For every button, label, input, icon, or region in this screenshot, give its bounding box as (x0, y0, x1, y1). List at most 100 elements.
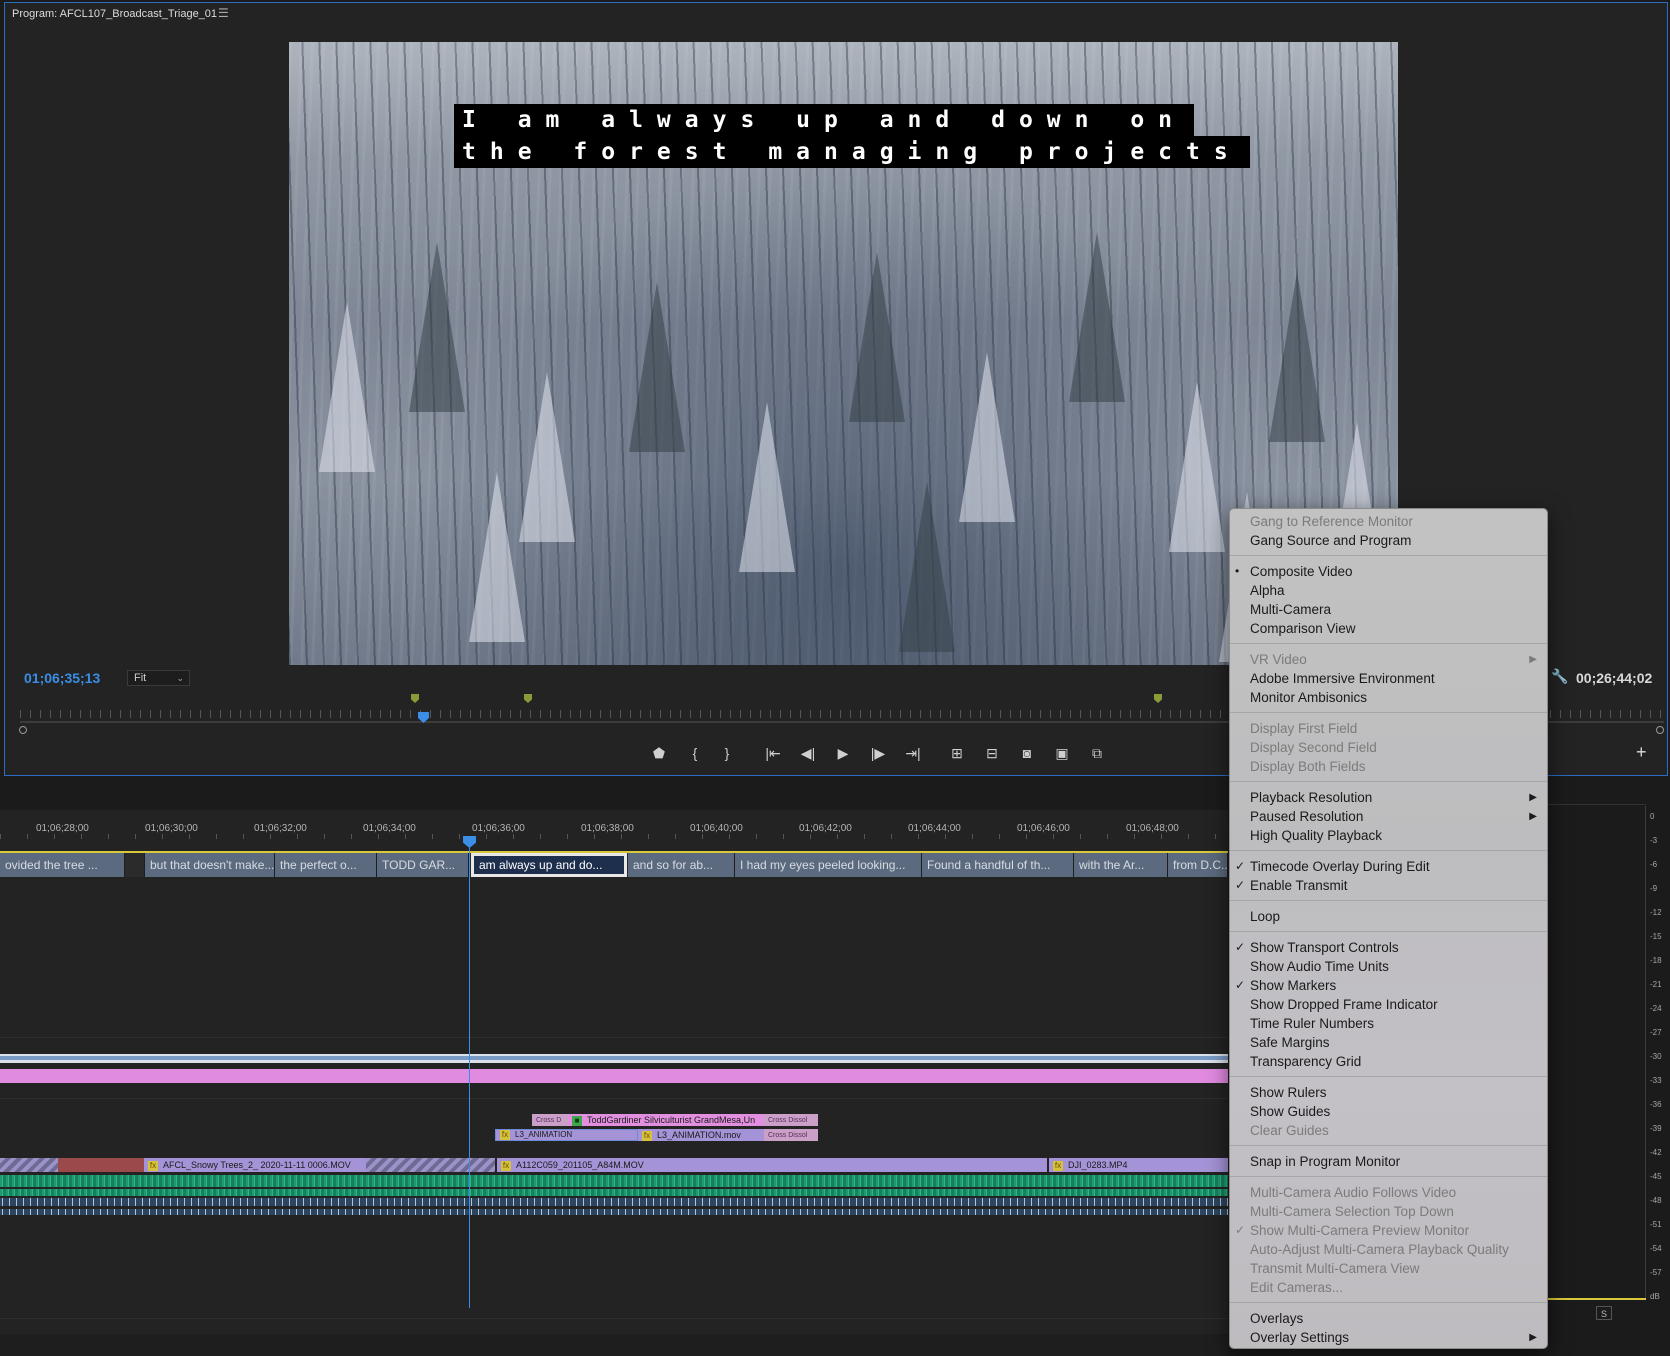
mark-out-button[interactable]: } (716, 742, 738, 764)
timeline-ruler[interactable]: 01;06;28;00 01;06;30;00 01;06;32;00 01;0… (0, 810, 1228, 840)
menu-separator (1230, 900, 1547, 901)
menu-item-show-audio-time-units[interactable]: Show Audio Time Units (1230, 957, 1547, 976)
caption-clip[interactable]: the perfect o... (275, 853, 377, 877)
menu-item-label: Loop (1250, 909, 1281, 924)
video-clip[interactable]: fx A112C059_201105_A84M.MOV (497, 1158, 1047, 1172)
menu-item-adobe-immersive-environment[interactable]: Adobe Immersive Environment (1230, 669, 1547, 688)
menu-item-label: Show Audio Time Units (1250, 959, 1389, 974)
comparison-view-button[interactable]: ▣ (1051, 742, 1073, 764)
video-clip[interactable]: fx AFCL_Snowy Trees_2_ 2020-11-11 0006.MO… (144, 1158, 366, 1172)
menu-item-label: Multi-Camera (1250, 602, 1332, 617)
menu-item-playback-resolution[interactable]: Playback Resolution ▶ (1230, 788, 1547, 807)
menu-item-show-rulers[interactable]: Show Rulers (1230, 1083, 1547, 1102)
ruler-time-label: 01;06;38;00 (581, 823, 634, 834)
menu-item-show-guides[interactable]: Show Guides (1230, 1102, 1547, 1121)
video-clip-red[interactable] (58, 1158, 144, 1172)
proxy-toggle-button[interactable]: ⧉ (1086, 742, 1108, 764)
go-to-in-button[interactable]: |⇤ (762, 742, 784, 764)
video-clip-label: DJI_0283.MP4 (1068, 1160, 1128, 1170)
transition-clip[interactable]: Cross D (532, 1114, 568, 1126)
title-track-band[interactable] (0, 1069, 1228, 1083)
caption-clip[interactable]: from D.C... (1168, 853, 1228, 877)
video-clip[interactable]: fx L3_ANIMATION.mov (638, 1129, 764, 1141)
plus-icon[interactable]: + (1636, 742, 1647, 763)
menu-item-high-quality-playback[interactable]: High Quality Playback (1230, 826, 1547, 845)
audio-waveform-track[interactable] (0, 1175, 1228, 1187)
menu-item-label: Show Multi-Camera Preview Monitor (1250, 1223, 1470, 1238)
zoom-handle-left[interactable] (19, 726, 27, 734)
menu-item-overlay-settings[interactable]: Overlay Settings ▶ (1230, 1328, 1547, 1347)
tree-shape (1269, 272, 1325, 442)
menu-separator (1230, 1076, 1547, 1077)
menu-item-enable-transmit[interactable]: ✓ Enable Transmit (1230, 876, 1547, 895)
menu-item-paused-resolution[interactable]: Paused Resolution ▶ (1230, 807, 1547, 826)
timeline-scrollbar[interactable] (0, 1334, 1228, 1356)
video-clip-label: AFCL_Snowy Trees_2_ 2020-11-11 0006.MOV (163, 1160, 351, 1170)
caption-clip[interactable]: but that doesn't make... (145, 853, 275, 877)
menu-item-multi-camera[interactable]: Multi-Camera (1230, 600, 1547, 619)
menu-item-gang-source-and-program[interactable]: Gang Source and Program (1230, 531, 1547, 550)
zoom-level-select[interactable]: Fit ⌄ (127, 670, 190, 686)
caption-clip[interactable]: TODD GAR... (377, 853, 469, 877)
lift-button[interactable]: ⊞ (946, 742, 968, 764)
menu-item-time-ruler-numbers[interactable]: Time Ruler Numbers (1230, 1014, 1547, 1033)
menu-item-snap-in-program-monitor[interactable]: Snap in Program Monitor (1230, 1152, 1547, 1171)
audio-waveform-track[interactable] (0, 1198, 1228, 1206)
meter-scale-label: -39 (1650, 1124, 1662, 1133)
menu-separator (1230, 931, 1547, 932)
menu-item-transparency-grid[interactable]: Transparency Grid (1230, 1052, 1547, 1071)
step-forward-button[interactable]: |▶ (867, 742, 889, 764)
mark-in-button[interactable]: { (684, 742, 706, 764)
menu-item-timecode-overlay-during-edit[interactable]: ✓ Timecode Overlay During Edit (1230, 857, 1547, 876)
step-back-button[interactable]: ◀| (797, 742, 819, 764)
export-frame-icon[interactable]: ◙ (1016, 742, 1038, 764)
meter-solo-button[interactable]: S (1596, 1306, 1612, 1320)
tree-shape (959, 352, 1015, 522)
extract-button[interactable]: ⊟ (981, 742, 1003, 764)
menu-item-monitor-ambisonics[interactable]: Monitor Ambisonics (1230, 688, 1547, 707)
menu-item-label: Edit Cameras... (1250, 1280, 1344, 1295)
menu-item-auto-adjust-multi-camera-playback-quality: Auto-Adjust Multi-Camera Playback Qualit… (1230, 1240, 1547, 1259)
playhead-timecode[interactable]: 01;06;35;13 (24, 670, 100, 686)
menu-item-show-dropped-frame-indicator[interactable]: Show Dropped Frame Indicator (1230, 995, 1547, 1014)
wrench-icon[interactable]: 🔧 (1551, 668, 1568, 685)
ruler-time-label: 01;06;32;00 (254, 823, 307, 834)
menu-item-safe-margins[interactable]: Safe Margins (1230, 1033, 1547, 1052)
tree-shape (849, 252, 905, 422)
checkmark-icon: ✓ (1235, 1223, 1246, 1237)
go-to-out-button[interactable]: ⇥| (902, 742, 924, 764)
menu-item-clear-guides: Clear Guides (1230, 1121, 1547, 1140)
menu-item-overlays[interactable]: Overlays (1230, 1309, 1547, 1328)
menu-item-show-markers[interactable]: ✓ Show Markers (1230, 976, 1547, 995)
offline-clip[interactable] (0, 1158, 58, 1172)
caption-clip[interactable]: I had my eyes peeled looking... (735, 853, 922, 877)
panel-title[interactable]: Program: AFCL107_Broadcast_Triage_01 (12, 8, 217, 20)
fx-badge-icon: fx (1053, 1160, 1063, 1171)
play-button[interactable]: ▶ (832, 742, 854, 764)
offline-clip[interactable] (366, 1158, 495, 1172)
caption-gap (125, 853, 145, 877)
transition-clip[interactable]: Cross Dissol (764, 1129, 818, 1141)
menu-item-comparison-view[interactable]: Comparison View (1230, 619, 1547, 638)
add-marker-button[interactable]: ⬟ (648, 742, 670, 764)
title-clip[interactable]: ■ ToddGardiner Silviculturist GrandMesa,U… (568, 1114, 764, 1126)
caption-clip[interactable]: ovided the tree ... (0, 853, 125, 877)
audio-waveform-track[interactable] (0, 1209, 1228, 1215)
menu-item-loop[interactable]: Loop (1230, 907, 1547, 926)
menu-item-show-transport-controls[interactable]: ✓ Show Transport Controls (1230, 938, 1547, 957)
hamburger-icon[interactable]: ☰ (218, 6, 229, 20)
zoom-handle-right[interactable] (1656, 726, 1664, 734)
audio-waveform-track[interactable] (0, 1189, 1228, 1196)
caption-clip[interactable]: Found a handful of th... (922, 853, 1074, 877)
menu-item-alpha[interactable]: Alpha (1230, 581, 1547, 600)
menu-item-label: Comparison View (1250, 621, 1356, 636)
menu-item-composite-video[interactable]: • Composite Video (1230, 562, 1547, 581)
meter-scale-label: -18 (1650, 956, 1662, 965)
transition-clip[interactable]: Cross Dissol (764, 1114, 818, 1126)
menu-item-label: Overlay Settings (1250, 1330, 1350, 1345)
caption-clip[interactable]: with the Ar... (1074, 853, 1168, 877)
video-clip[interactable]: fx L3_ANIMATION (495, 1129, 638, 1141)
video-clip[interactable]: fx DJI_0283.MP4 (1049, 1158, 1228, 1172)
caption-clip[interactable]: and so for ab... (628, 853, 735, 877)
caption-clip-selected[interactable]: am always up and do... (471, 853, 627, 877)
